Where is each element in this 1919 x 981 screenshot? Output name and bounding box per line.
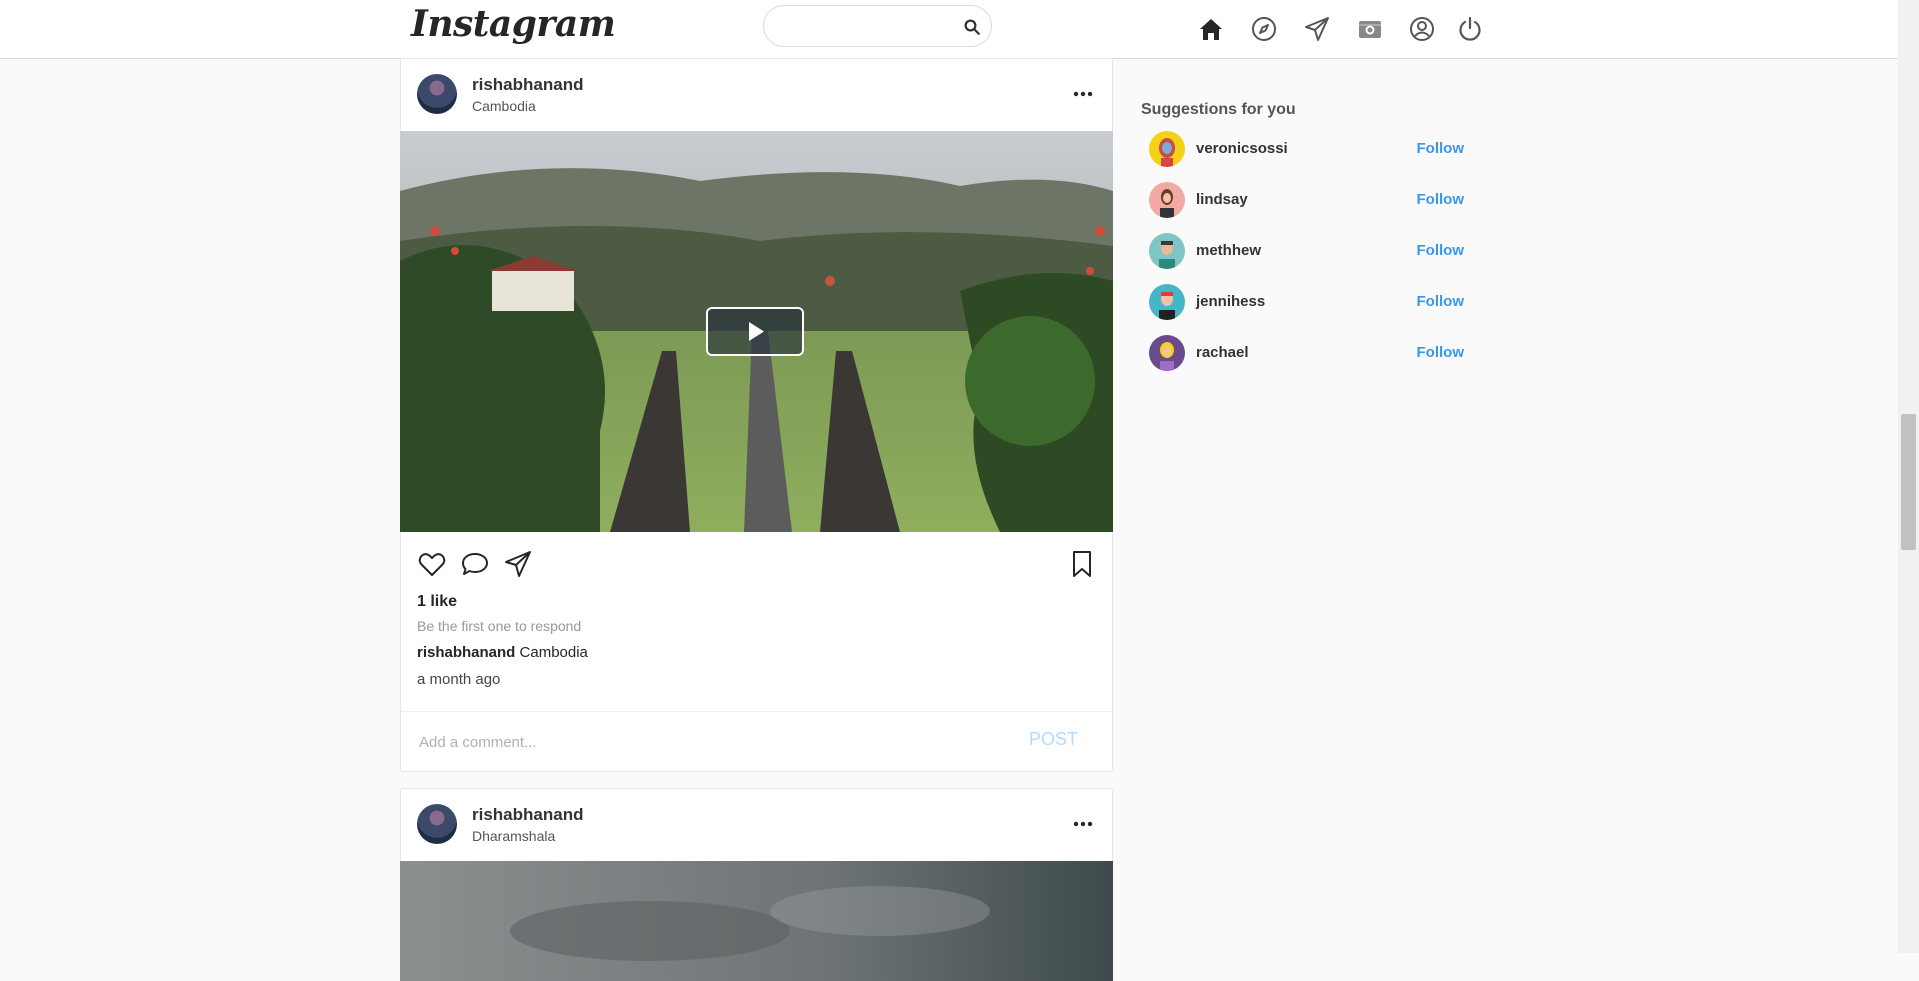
post-username[interactable]: rishabhanand [472,75,583,95]
home-icon[interactable] [1196,14,1226,44]
like-heart-icon[interactable] [417,549,447,579]
more-options-icon[interactable] [1072,83,1094,105]
follow-button[interactable]: Follow [1417,191,1465,208]
post-location[interactable]: Dharamshala [472,828,555,844]
suggestion-item: rachael Follow [1149,335,1464,373]
suggestion-item: methhew Follow [1149,233,1464,271]
post-comment-button[interactable]: POST [1029,729,1078,750]
post-actions [417,549,1097,579]
post-username[interactable]: rishabhanand [472,805,583,825]
post-location[interactable]: Cambodia [472,98,536,114]
bookmark-icon[interactable] [1067,549,1097,579]
profile-icon[interactable] [1407,14,1437,44]
direct-message-icon[interactable] [1302,14,1332,44]
camera-icon[interactable] [1355,14,1385,44]
feed-post: rishabhanand Dharamshala [400,788,1113,981]
more-options-icon[interactable] [1072,813,1094,835]
instagram-logo[interactable]: Instagram [411,3,616,45]
follow-button[interactable]: Follow [1417,242,1465,259]
add-comment-row: POST [401,711,1112,770]
respond-hint: Be the first one to respond [417,618,582,634]
likes-count[interactable]: 1 like [417,593,457,611]
follow-button[interactable]: Follow [1417,293,1465,310]
suggestion-username[interactable]: veronicsossi [1196,140,1288,157]
play-button[interactable] [706,307,804,356]
post-video[interactable] [400,131,1113,532]
suggestion-username[interactable]: jennihess [1196,293,1265,310]
follow-button[interactable]: Follow [1417,344,1465,361]
avatar[interactable] [1149,182,1185,218]
search-input[interactable] [780,16,954,38]
post-header: rishabhanand Dharamshala [401,789,1112,861]
caption-username[interactable]: rishabhanand [417,644,515,661]
avatar[interactable] [1149,284,1185,320]
avatar[interactable] [1149,335,1185,371]
avatar[interactable] [1149,233,1185,269]
caption-text: Cambodia [519,644,588,661]
comment-icon[interactable] [460,549,490,579]
post-header: rishabhanand Cambodia [401,59,1112,131]
suggestion-username[interactable]: rachael [1196,344,1249,361]
avatar[interactable] [417,74,457,114]
suggestion-item: lindsay Follow [1149,182,1464,220]
logout-power-icon[interactable] [1455,14,1485,44]
post-caption: rishabhanand Cambodia [417,644,588,661]
suggestion-username[interactable]: lindsay [1196,191,1248,208]
post-timestamp: a month ago [417,671,501,688]
page-scrollbar-thumb[interactable] [1901,414,1916,550]
post-image[interactable] [400,861,1113,981]
comment-input[interactable] [417,729,981,755]
top-nav-bar: Instagram [0,0,1898,59]
cloudy-sky-image [400,861,1113,981]
suggestions-title: Suggestions for you [1141,101,1296,118]
avatar[interactable] [1149,131,1185,167]
search-box[interactable] [763,5,992,47]
suggestion-item: veronicsossi Follow [1149,131,1464,169]
avatar[interactable] [417,804,457,844]
play-icon [749,322,764,341]
follow-button[interactable]: Follow [1417,140,1465,157]
explore-icon[interactable] [1249,14,1279,44]
feed-post: rishabhanand Cambodia 1 like Be the firs… [400,58,1113,772]
suggestion-username[interactable]: methhew [1196,242,1261,259]
suggestion-item: jennihess Follow [1149,284,1464,322]
share-icon[interactable] [503,549,533,579]
search-icon[interactable] [963,18,981,36]
